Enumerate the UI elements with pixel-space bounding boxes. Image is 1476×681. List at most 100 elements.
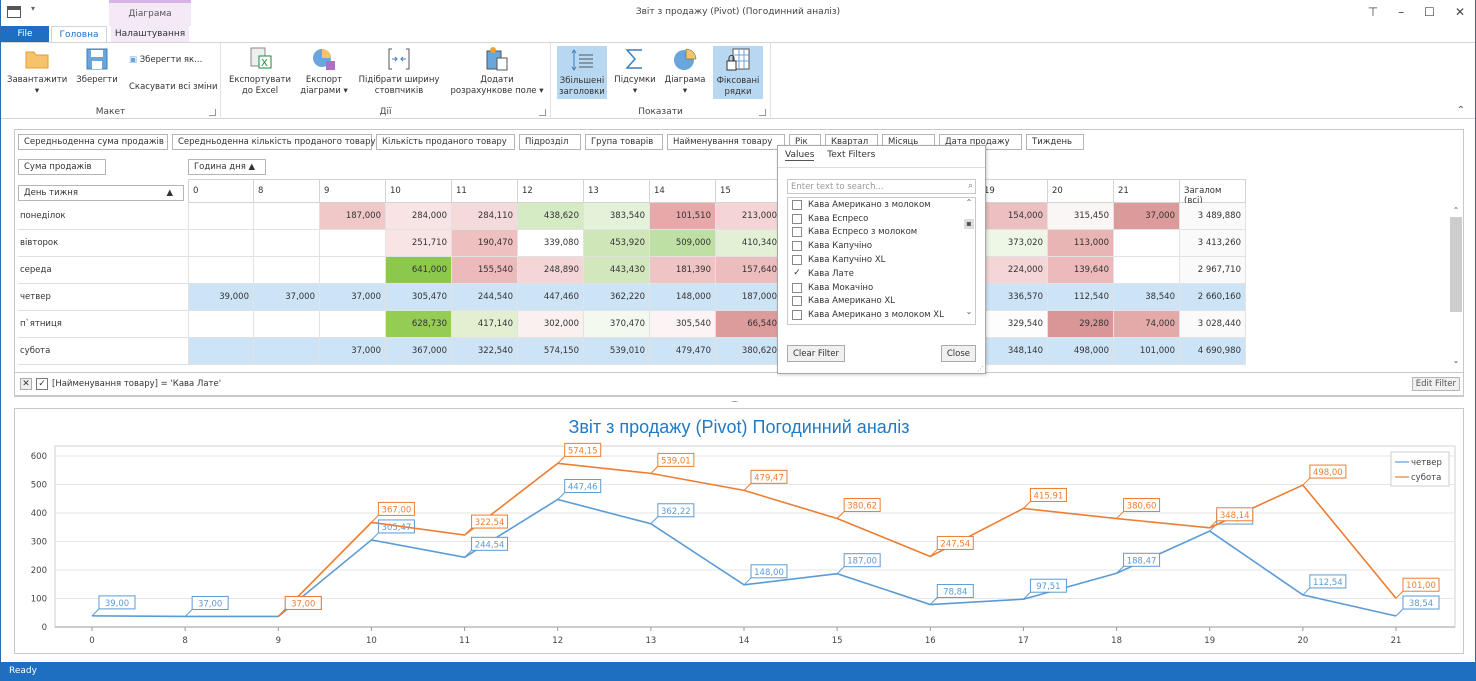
table-cell[interactable] [320, 311, 386, 338]
table-cell[interactable]: 248,890 [518, 257, 584, 284]
table-cell[interactable]: 37,000 [320, 338, 386, 365]
table-cell[interactable]: 3 413,260 [1180, 230, 1246, 257]
column-header[interactable]: 19 [980, 179, 1048, 203]
filter-value-item[interactable]: ✓ Кава Лате [788, 267, 975, 281]
table-cell[interactable]: 187,000 [320, 203, 386, 230]
table-cell[interactable]: 443,430 [584, 257, 650, 284]
filter-field-button[interactable]: Середньоденна сума продажів [18, 134, 168, 150]
export-chart-button[interactable]: Експорт діаграми ▾ [297, 46, 351, 97]
table-cell[interactable]: 37,000 [254, 284, 320, 311]
table-cell[interactable] [254, 257, 320, 284]
table-cell[interactable]: 305,470 [386, 284, 452, 311]
table-cell[interactable]: 3 489,880 [1180, 203, 1246, 230]
table-cell[interactable]: 3 028,440 [1180, 311, 1246, 338]
list-scrollbar[interactable]: ⌃ ▪ ⌄ [963, 198, 975, 324]
table-cell[interactable] [320, 230, 386, 257]
filter-search-input[interactable]: Enter text to search... ⌕ [787, 179, 976, 194]
table-cell[interactable]: 302,000 [518, 311, 584, 338]
resize-grip-icon[interactable]: ⋰ [977, 365, 984, 373]
table-cell[interactable]: 373,020 [980, 230, 1048, 257]
maximize-icon[interactable]: ☐ [1424, 5, 1435, 19]
row-header[interactable]: субота [18, 338, 188, 365]
table-cell[interactable] [254, 203, 320, 230]
table-cell[interactable] [188, 203, 254, 230]
row-header[interactable]: четвер [18, 284, 188, 311]
filter-field-button[interactable]: Найменування товару [667, 134, 785, 150]
dialog-launcher-icon[interactable] [209, 109, 216, 116]
table-cell[interactable]: 139,640 [1048, 257, 1114, 284]
table-cell[interactable]: 410,340 [716, 230, 782, 257]
table-cell[interactable]: 2 660,160 [1180, 284, 1246, 311]
table-cell[interactable]: 315,450 [1048, 203, 1114, 230]
table-cell[interactable]: 155,540 [452, 257, 518, 284]
checkbox[interactable] [792, 213, 802, 224]
table-cell[interactable]: 438,620 [518, 203, 584, 230]
filter-value-item[interactable]: Кава Мокачіно [788, 281, 975, 295]
table-cell[interactable]: 39,000 [188, 284, 254, 311]
table-cell[interactable]: 447,460 [518, 284, 584, 311]
table-cell[interactable]: 213,000 [716, 203, 782, 230]
chart-button[interactable]: Діаграма ▾ [661, 46, 709, 97]
table-cell[interactable]: 339,080 [518, 230, 584, 257]
table-cell[interactable]: 574,150 [518, 338, 584, 365]
fixed-rows-toggle[interactable]: Фіксовані рядки [713, 46, 763, 99]
table-cell[interactable] [188, 338, 254, 365]
table-cell[interactable]: 322,540 [452, 338, 518, 365]
table-cell[interactable]: 37,000 [1114, 203, 1180, 230]
column-header[interactable]: 13 [584, 179, 650, 203]
filter-value-item[interactable]: Кава Еспресо з молоком [788, 226, 975, 240]
table-cell[interactable]: 367,000 [386, 338, 452, 365]
table-cell[interactable]: 539,010 [584, 338, 650, 365]
column-header[interactable]: 20 [1048, 179, 1114, 203]
tab-values[interactable]: Values [785, 150, 815, 161]
table-cell[interactable] [320, 257, 386, 284]
table-cell[interactable]: 29,280 [1048, 311, 1114, 338]
filter-field-button[interactable]: Кількість проданого товару [376, 134, 515, 150]
column-field-hour[interactable]: Година дня ▲ [188, 159, 266, 175]
table-cell[interactable]: 4 690,980 [1180, 338, 1246, 365]
table-cell[interactable]: 148,000 [650, 284, 716, 311]
table-cell[interactable]: 362,220 [584, 284, 650, 311]
row-header[interactable]: вівторок [18, 230, 188, 257]
table-cell[interactable]: 181,390 [650, 257, 716, 284]
table-cell[interactable]: 113,000 [1048, 230, 1114, 257]
filter-field-button[interactable]: Середньоденна кількість проданого товару [172, 134, 376, 150]
table-cell[interactable] [254, 311, 320, 338]
checked-checkbox[interactable]: ✓ [792, 268, 802, 279]
table-cell[interactable]: 101,000 [1114, 338, 1180, 365]
row-header[interactable]: середа [18, 257, 188, 284]
filter-field-button[interactable]: Тиждень [1026, 134, 1084, 150]
column-header[interactable]: 10 [386, 179, 452, 203]
filter-value-item[interactable]: Кава Капучіно XL [788, 253, 975, 267]
table-cell[interactable]: 284,110 [452, 203, 518, 230]
column-header[interactable]: 11 [452, 179, 518, 203]
column-header[interactable]: 9 [320, 179, 386, 203]
checkbox[interactable] [792, 310, 802, 321]
table-cell[interactable]: 187,000 [716, 284, 782, 311]
clear-filter-button[interactable]: Clear Filter [787, 345, 845, 362]
table-cell[interactable]: 305,540 [650, 311, 716, 338]
table-cell[interactable] [1114, 230, 1180, 257]
table-cell[interactable]: 74,000 [1114, 311, 1180, 338]
checkbox[interactable] [792, 199, 802, 210]
column-header[interactable]: 15 [716, 179, 782, 203]
column-header[interactable]: 8 [254, 179, 320, 203]
ribbon-display-icon[interactable]: ⊤ [1368, 5, 1378, 19]
row-header[interactable]: понеділок [18, 203, 188, 230]
add-calculated-field-button[interactable]: Додати розрахункове поле ▾ [449, 46, 545, 97]
enable-filter-checkbox[interactable]: ✓ [36, 378, 48, 390]
totals-button[interactable]: Підсумки ▾ [613, 46, 657, 97]
table-cell[interactable] [188, 311, 254, 338]
table-cell[interactable] [254, 338, 320, 365]
checkbox[interactable] [792, 241, 802, 252]
table-cell[interactable]: 66,540 [716, 311, 782, 338]
checkbox[interactable] [792, 255, 802, 266]
close-icon[interactable]: ✕ [1455, 5, 1465, 19]
table-cell[interactable]: 380,620 [716, 338, 782, 365]
table-cell[interactable]: 37,000 [320, 284, 386, 311]
table-cell[interactable]: 348,140 [980, 338, 1048, 365]
checkbox[interactable] [792, 296, 802, 307]
table-cell[interactable] [1114, 257, 1180, 284]
filter-expression[interactable]: [Найменування товару] = 'Кава Лате' [52, 379, 221, 389]
collapse-ribbon-icon[interactable]: ⌃ [1457, 105, 1465, 116]
